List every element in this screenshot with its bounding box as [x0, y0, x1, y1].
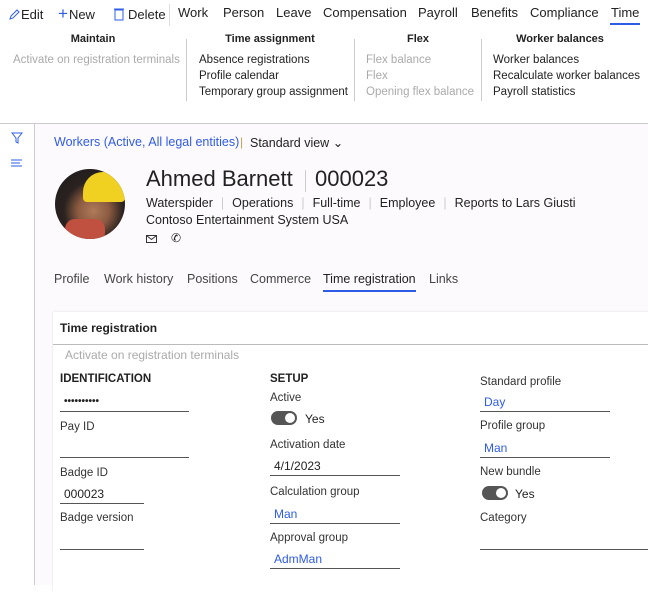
chevron-down-icon: ⌄ [332, 136, 344, 150]
filter-icon[interactable] [11, 132, 23, 144]
tab-profile[interactable]: Profile [54, 272, 89, 286]
active-toggle[interactable] [271, 411, 297, 425]
menu-recalculate-worker-balances[interactable]: Recalculate worker balances [493, 68, 640, 84]
badge-id-field[interactable]: 000023 [60, 484, 144, 504]
tab-work[interactable]: Work [178, 5, 208, 20]
tab-compensation[interactable]: Compensation [323, 5, 407, 20]
worker-id: 000023 [315, 166, 389, 191]
avatar [55, 169, 125, 239]
time-registration-card: Time registration Activate on registrati… [53, 312, 648, 592]
category-field[interactable] [480, 530, 648, 550]
card-title: Time registration [60, 321, 158, 335]
tab-leave[interactable]: Leave [276, 5, 311, 20]
tab-person[interactable]: Person [223, 5, 264, 20]
activation-date-field[interactable]: 4/1/2023 [270, 456, 400, 476]
tab-benefits[interactable]: Benefits [471, 5, 518, 20]
menu-flex-balance[interactable]: Flex balance [366, 52, 431, 68]
worker-name: Ahmed Barnett [146, 166, 293, 191]
menu-flex[interactable]: Flex [366, 68, 388, 84]
tab-commerce[interactable]: Commerce [250, 272, 311, 286]
menu-temporary-group-assignment[interactable]: Temporary group assignment [199, 84, 348, 100]
new-bundle-toggle[interactable] [482, 486, 508, 500]
approval-group-field[interactable]: AdmMan [270, 549, 400, 569]
plus-icon: + [58, 4, 68, 23]
activate-terminals-button[interactable]: Activate on registration terminals [65, 348, 239, 362]
tab-time-registration[interactable]: Time registration [323, 272, 416, 292]
view-selector[interactable]: Standard view ⌄ [250, 135, 343, 150]
ribbon: Edit + New Delete Work Person Leave Comp… [0, 0, 648, 124]
menu-absence-registrations[interactable]: Absence registrations [199, 52, 310, 68]
breadcrumb-link[interactable]: Workers (Active, All legal entities) [54, 135, 239, 149]
list-icon[interactable] [11, 159, 23, 169]
calculation-group-field[interactable]: Man [270, 504, 400, 524]
standard-profile-field[interactable]: Day [480, 392, 610, 412]
tab-payroll[interactable]: Payroll [418, 5, 458, 20]
edit-button[interactable]: Edit [8, 4, 43, 24]
password-field[interactable]: •••••••••• [60, 392, 189, 412]
tab-compliance[interactable]: Compliance [530, 5, 599, 20]
mail-icon[interactable] [146, 235, 158, 244]
worker-details: Waterspider | Operations | Full-time | Employe… [146, 196, 576, 210]
tab-links[interactable]: Links [429, 272, 458, 286]
menu-payroll-statistics[interactable]: Payroll statistics [493, 84, 575, 100]
phone-icon[interactable]: ✆ [171, 231, 181, 245]
trash-icon [114, 8, 124, 21]
menu-worker-balances[interactable]: Worker balances [493, 52, 579, 68]
menu-profile-calendar[interactable]: Profile calendar [199, 68, 279, 84]
new-button[interactable]: + New [58, 4, 95, 24]
tab-work-history[interactable]: Work history [104, 272, 173, 286]
delete-button[interactable]: Delete [113, 4, 166, 24]
badge-version-field[interactable] [60, 530, 144, 550]
tab-positions[interactable]: Positions [187, 272, 238, 286]
menu-activate-terminals[interactable]: Activate on registration terminals [13, 52, 180, 68]
worker-company: Contoso Entertainment System USA [146, 213, 349, 227]
pencil-icon [9, 8, 20, 20]
profile-group-field[interactable]: Man [480, 438, 610, 458]
pay-id-field[interactable] [60, 438, 189, 458]
tab-time[interactable]: Time [610, 5, 641, 25]
left-pane [0, 124, 35, 585]
menu-opening-flex-balance[interactable]: Opening flex balance [366, 84, 474, 100]
